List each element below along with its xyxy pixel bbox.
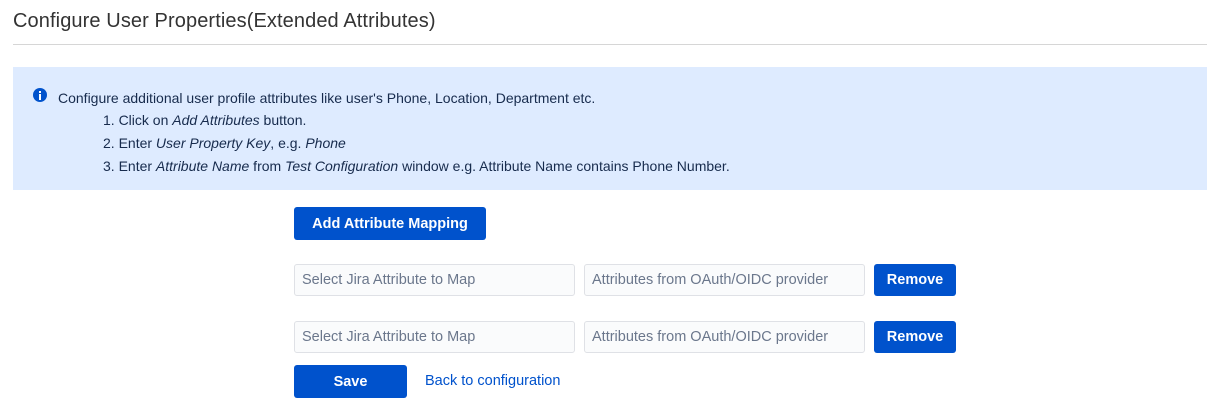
step-1-prefix: 1. Click on (103, 112, 173, 128)
step-2-emphasis-2: Phone (305, 135, 346, 151)
step-1-emphasis: Add Attributes (172, 112, 260, 128)
info-panel: Configure additional user profile attrib… (13, 67, 1207, 190)
oauth-attribute-input[interactable] (584, 321, 865, 353)
info-step-2: 2. Enter User Property Key, e.g. Phone (103, 132, 730, 155)
jira-attribute-input[interactable] (294, 264, 575, 296)
page-title: Configure User Properties(Extended Attri… (13, 10, 436, 32)
back-to-configuration-link[interactable]: Back to configuration (425, 373, 560, 389)
info-step-1: 1. Click on Add Attributes button. (103, 109, 730, 132)
step-3-prefix: 3. Enter (103, 158, 156, 174)
step-3-suffix: window e.g. Attribute Name contains Phon… (398, 158, 730, 174)
step-3-emphasis-1: Attribute Name (155, 158, 250, 174)
remove-mapping-button[interactable]: Remove (874, 321, 956, 353)
add-attribute-mapping-button[interactable]: Add Attribute Mapping (294, 207, 486, 240)
step-2-emphasis-1: User Property Key (155, 135, 271, 151)
step-3-emphasis-2: Test Configuration (285, 158, 399, 174)
step-1-suffix: button. (259, 112, 307, 128)
oauth-attribute-input[interactable] (584, 264, 865, 296)
info-text: Configure additional user profile attrib… (58, 87, 730, 178)
save-button[interactable]: Save (294, 365, 407, 398)
step-3-mid: from (249, 158, 286, 174)
title-divider (13, 44, 1207, 45)
info-intro: Configure additional user profile attrib… (58, 90, 596, 106)
remove-mapping-button[interactable]: Remove (874, 264, 956, 296)
step-2-prefix: 2. Enter (103, 135, 156, 151)
jira-attribute-input[interactable] (294, 321, 575, 353)
info-icon (33, 88, 47, 102)
info-steps: 1. Click on Add Attributes button. 2. En… (58, 109, 730, 178)
step-2-mid: , e.g. (270, 135, 306, 151)
info-step-3: 3. Enter Attribute Name from Test Config… (103, 155, 730, 178)
